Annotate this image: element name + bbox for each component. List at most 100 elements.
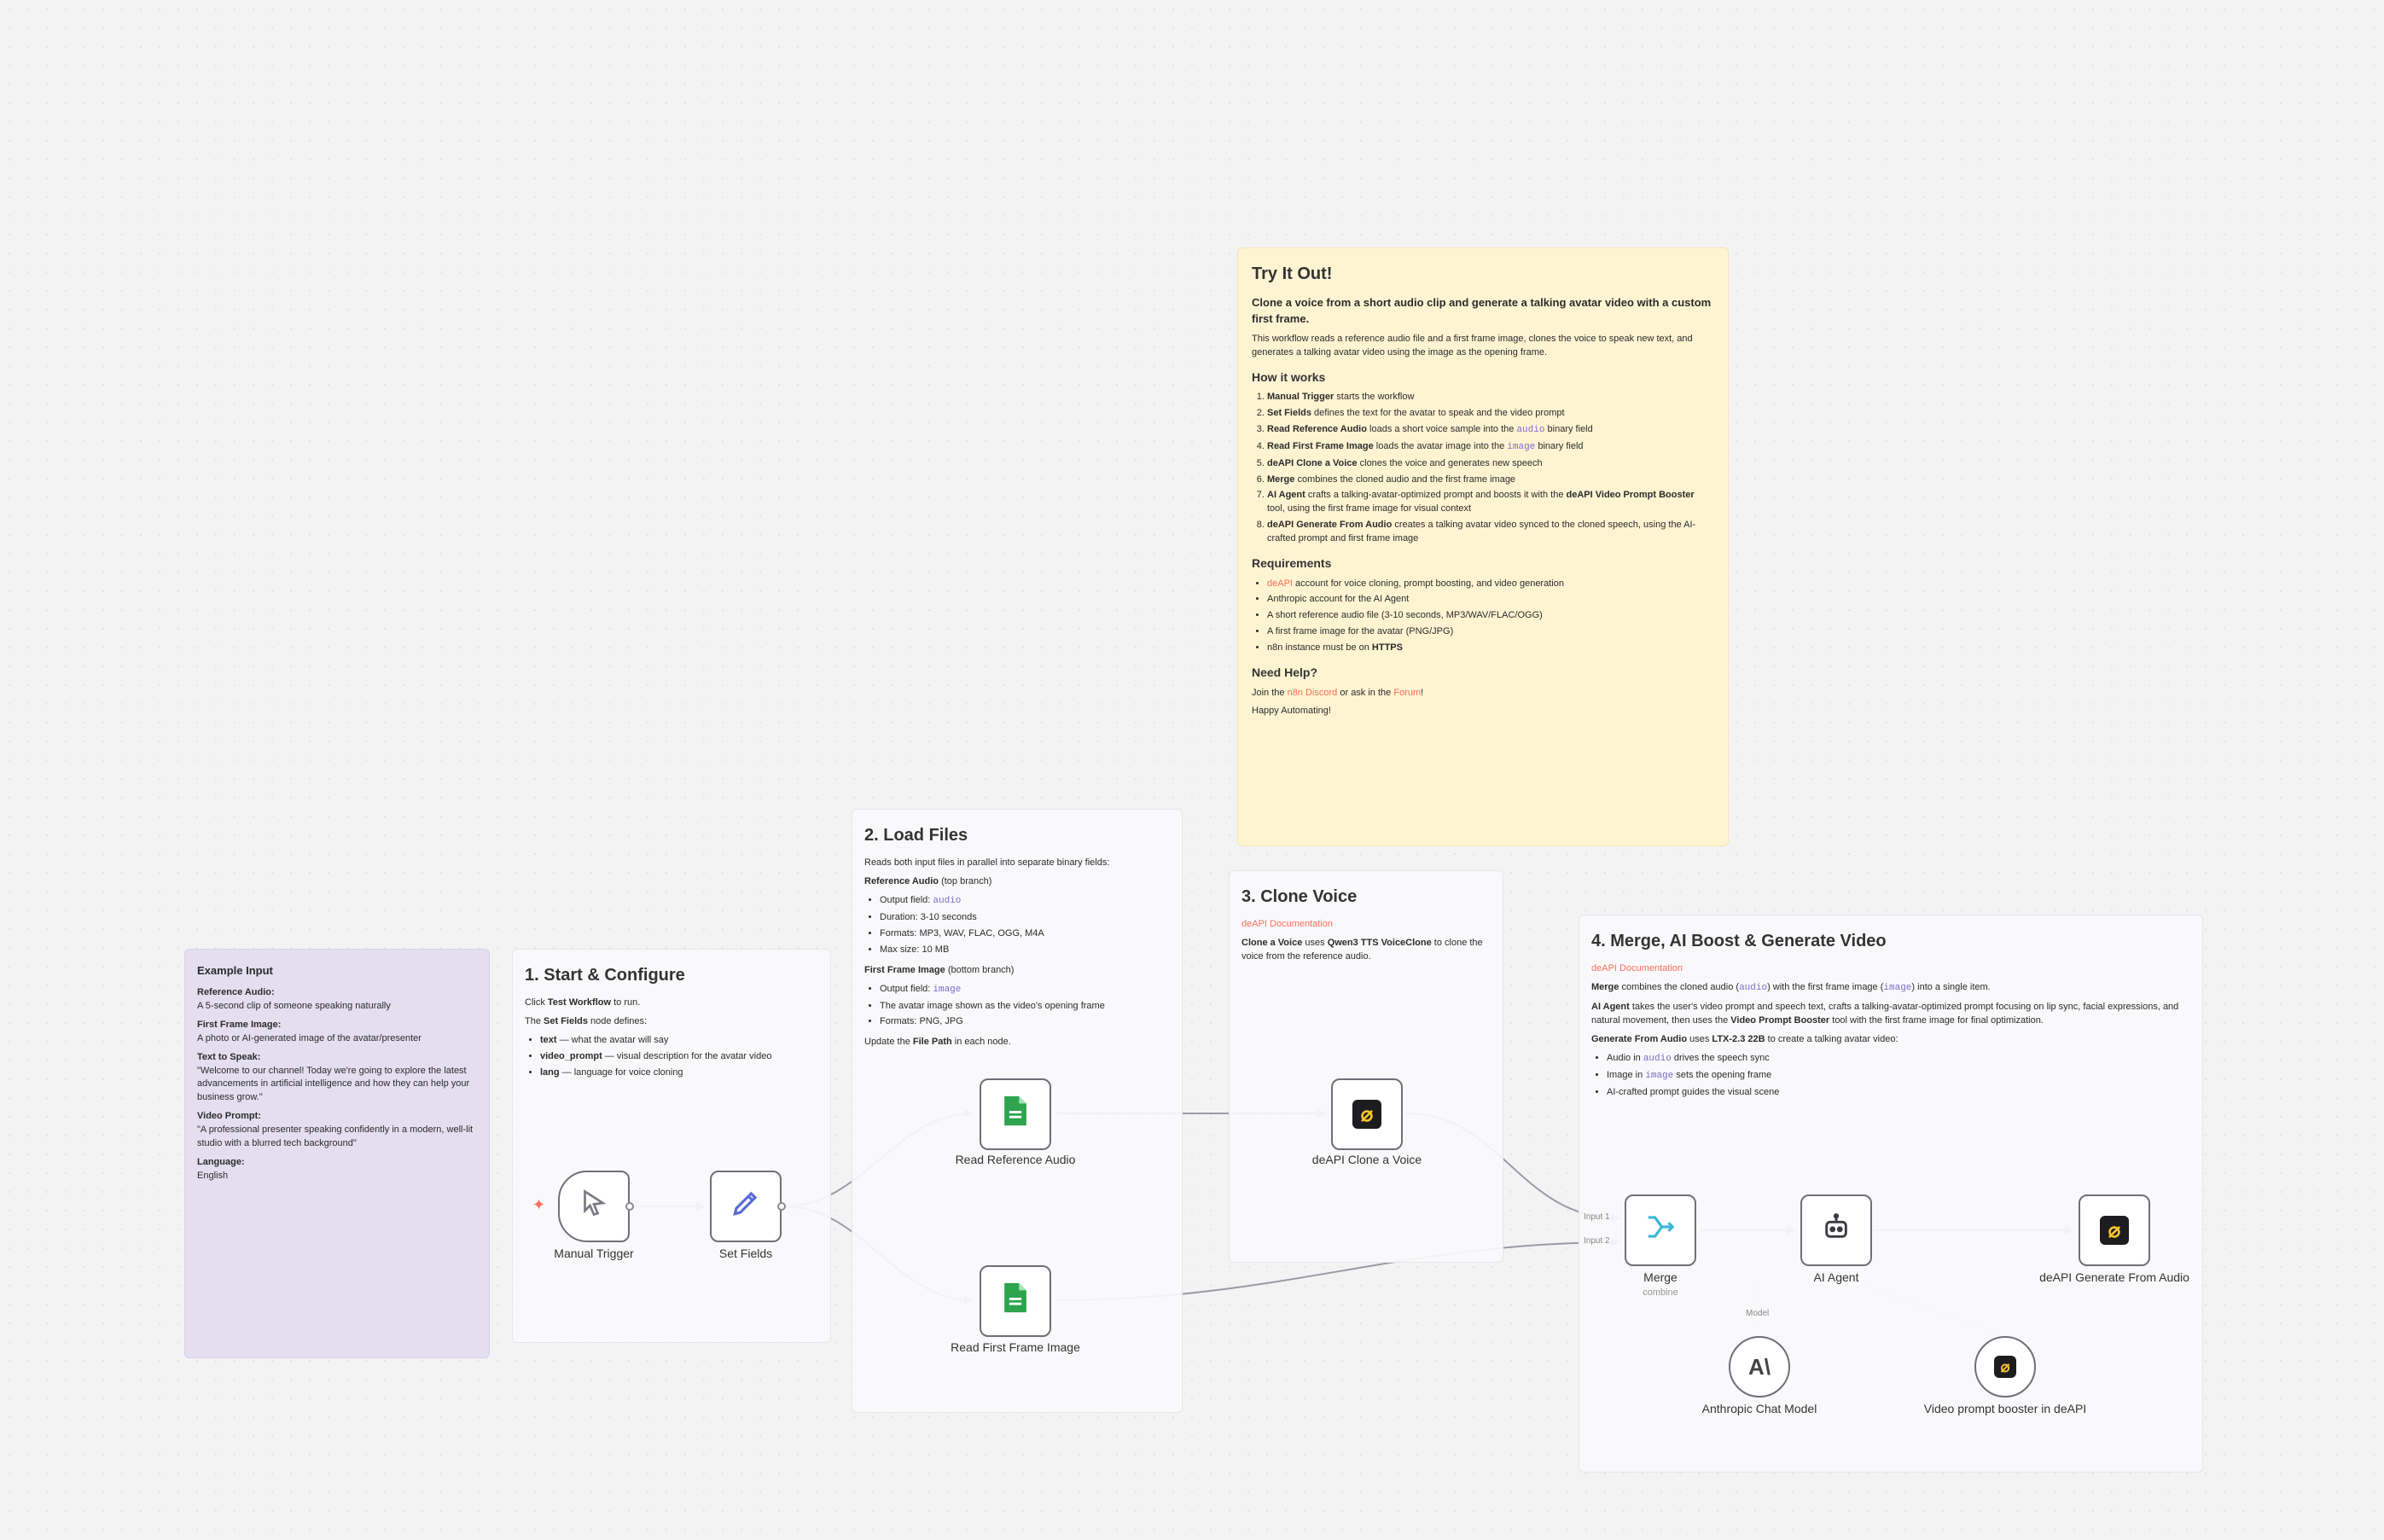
list-item: Audio in audio drives the speech sync: [1607, 1052, 2190, 1066]
list-item: lang — language for voice cloning: [540, 1066, 818, 1080]
req-title: Requirements: [1252, 556, 1332, 571]
example-ref-audio: Reference Audio: A 5-second clip of some…: [197, 986, 391, 1011]
list-item: video_prompt — visual description for th…: [540, 1050, 818, 1064]
merge-input1-label: Input 1: [1584, 1212, 1610, 1222]
list-item: Formats: PNG, JPG: [880, 1015, 1170, 1029]
how-title: How it works: [1252, 369, 1326, 384]
anthropic-logo-icon: A\: [1748, 1353, 1771, 1380]
manual-trigger-node[interactable]: [558, 1171, 630, 1242]
read-ref-audio-label: Read Reference Audio: [955, 1153, 1076, 1166]
load-ref-heading: Reference Audio (top branch): [864, 875, 992, 886]
load-ff-list: Output field: image The avatar image sho…: [864, 983, 1170, 1030]
list-item: A first frame image for the avatar (PNG/…: [1267, 625, 1714, 639]
ai-agent-label: AI Agent: [1813, 1270, 1859, 1284]
clone-voice-label: deAPI Clone a Voice: [1311, 1153, 1422, 1166]
list-item: Output field: audio: [880, 894, 1170, 909]
forum-link[interactable]: Forum: [1393, 688, 1421, 698]
agent-model-port-label: Model: [1746, 1309, 1770, 1318]
set-fields-node[interactable]: [710, 1171, 782, 1242]
start-p1: Click Test Workflow to run.: [525, 997, 641, 1008]
merge-sub-label: combine: [1643, 1287, 1678, 1298]
anthropic-chat-model-label: Anthropic Chat Model: [1701, 1402, 1817, 1415]
generate-from-audio-node[interactable]: ⌀: [2079, 1194, 2150, 1266]
read-first-frame-node[interactable]: [980, 1265, 1051, 1337]
load-files-title: 2. Load Files: [864, 826, 968, 845]
load-intro: Reads both input files in parallel into …: [864, 857, 1110, 868]
start-configure-title: 1. Start & Configure: [525, 966, 685, 985]
example-first-frame: First Frame Image: A photo or AI-generat…: [197, 1019, 422, 1043]
merge-list: Audio in audio drives the speech sync Im…: [1591, 1052, 2190, 1100]
discord-link[interactable]: n8n Discord: [1288, 688, 1338, 698]
list-item: Formats: MP3, WAV, FLAC, OGG, M4A: [880, 927, 1170, 941]
example-input-title: Example Input: [197, 964, 273, 977]
clone-voice-note[interactable]: 3. Clone Voice deAPI Documentation Clone…: [1229, 870, 1503, 1263]
list-item: deAPI account for voice cloning, prompt …: [1267, 578, 1714, 591]
list-item: n8n instance must be on HTTPS: [1267, 642, 1714, 655]
merge-icon: [1644, 1211, 1677, 1250]
list-item: AI-crafted prompt guides the visual scen…: [1607, 1086, 2190, 1100]
list-item: Merge combines the cloned audio and the …: [1267, 474, 1714, 487]
deapi-link[interactable]: deAPI: [1267, 578, 1293, 589]
list-item: deAPI Clone a Voice clones the voice and…: [1267, 457, 1714, 471]
trigger-output-handle[interactable]: [625, 1202, 634, 1211]
deapi-logo-icon: ⌀: [1352, 1100, 1381, 1129]
merge-doc-link[interactable]: deAPI Documentation: [1591, 962, 2190, 976]
start-p2: The Set Fields node defines:: [525, 1015, 648, 1026]
manual-trigger-label: Manual Trigger: [554, 1247, 634, 1260]
clone-voice-title: 3. Clone Voice: [1241, 887, 1358, 906]
start-fields-list: text — what the avatar will say video_pr…: [525, 1034, 818, 1080]
read-ref-audio-node[interactable]: [980, 1078, 1051, 1150]
list-item: Set Fields defines the text for the avat…: [1267, 407, 1714, 421]
robot-icon: [1822, 1212, 1851, 1248]
pencil-icon: [730, 1187, 762, 1226]
clone-desc: Clone a Voice uses Qwen3 TTS VoiceClone …: [1241, 937, 1483, 962]
try-title: Try It Out!: [1252, 264, 1333, 283]
merge-p2: AI Agent takes the user's video prompt a…: [1591, 1001, 2179, 1026]
set-fields-label: Set Fields: [718, 1247, 773, 1260]
list-item: Duration: 3-10 seconds: [880, 911, 1170, 925]
video-prompt-booster-node[interactable]: ⌀: [1974, 1336, 2036, 1398]
list-item: Read First Frame Image loads the avatar …: [1267, 440, 1714, 455]
example-input-note[interactable]: Example Input Reference Audio: A 5-secon…: [184, 949, 490, 1358]
merge-p3: Generate From Audio uses LTX-2.3 22B to …: [1591, 1033, 1898, 1044]
trigger-bolt-icon: ✦: [532, 1196, 546, 1213]
video-prompt-booster-label: Video prompt booster in deAPI: [1923, 1402, 2087, 1415]
file-icon: [1000, 1281, 1031, 1322]
list-item: The avatar image shown as the video's op…: [880, 1000, 1170, 1014]
try-it-out-note[interactable]: Try It Out! Clone a voice from a short a…: [1237, 247, 1729, 846]
clone-doc-link[interactable]: deAPI Documentation: [1241, 918, 1491, 932]
list-item: AI Agent crafts a talking-avatar-optimiz…: [1267, 489, 1714, 516]
list-item: A short reference audio file (3-10 secon…: [1267, 609, 1714, 623]
anthropic-chat-model-node[interactable]: A\: [1729, 1336, 1790, 1398]
example-video-prompt: Video Prompt: "A professional presenter …: [197, 1111, 474, 1149]
list-item: Max size: 10 MB: [880, 944, 1170, 957]
merge-p1: Merge combines the cloned audio (audio) …: [1591, 981, 1991, 993]
list-item: Anthropic account for the AI Agent: [1267, 593, 1714, 607]
merge-generate-note[interactable]: 4. Merge, AI Boost & Generate Video deAP…: [1579, 915, 2203, 1473]
list-item: Image in image sets the opening frame: [1607, 1069, 2190, 1084]
set-fields-output-handle[interactable]: [777, 1202, 786, 1211]
try-intro: This workflow reads a reference audio fi…: [1252, 333, 1693, 357]
ai-agent-node[interactable]: [1800, 1194, 1872, 1266]
list-item: Output field: image: [880, 983, 1170, 997]
example-language: Language: English: [197, 1157, 245, 1182]
generate-from-audio-label: deAPI Generate From Audio: [2039, 1270, 2189, 1284]
list-item: text — what the avatar will say: [540, 1034, 818, 1048]
req-list: deAPI account for voice cloning, prompt …: [1252, 578, 1714, 656]
merge-generate-title: 4. Merge, AI Boost & Generate Video: [1591, 932, 1887, 950]
try-lead: Clone a voice from a short audio clip an…: [1252, 296, 1712, 325]
list-item: deAPI Generate From Audio creates a talk…: [1267, 519, 1714, 546]
load-update: Update the File Path in each node.: [864, 1037, 1011, 1048]
file-icon: [1000, 1094, 1031, 1135]
merge-input2-label: Input 2: [1584, 1236, 1610, 1246]
clone-voice-node[interactable]: ⌀: [1331, 1078, 1403, 1150]
list-item: Manual Trigger starts the workflow: [1267, 391, 1714, 404]
example-text-to-speak: Text to Speak: "Welcome to our channel! …: [197, 1051, 470, 1103]
help-title: Need Help?: [1252, 665, 1318, 680]
how-steps: Manual Trigger starts the workflow Set F…: [1252, 391, 1714, 546]
list-item: Read Reference Audio loads a short voice…: [1267, 423, 1714, 438]
load-ff-heading: First Frame Image (bottom branch): [864, 964, 1015, 975]
load-ref-list: Output field: audio Duration: 3-10 secon…: [864, 894, 1170, 957]
start-configure-note[interactable]: 1. Start & Configure Click Test Workflow…: [512, 949, 831, 1343]
merge-node[interactable]: [1625, 1194, 1696, 1266]
